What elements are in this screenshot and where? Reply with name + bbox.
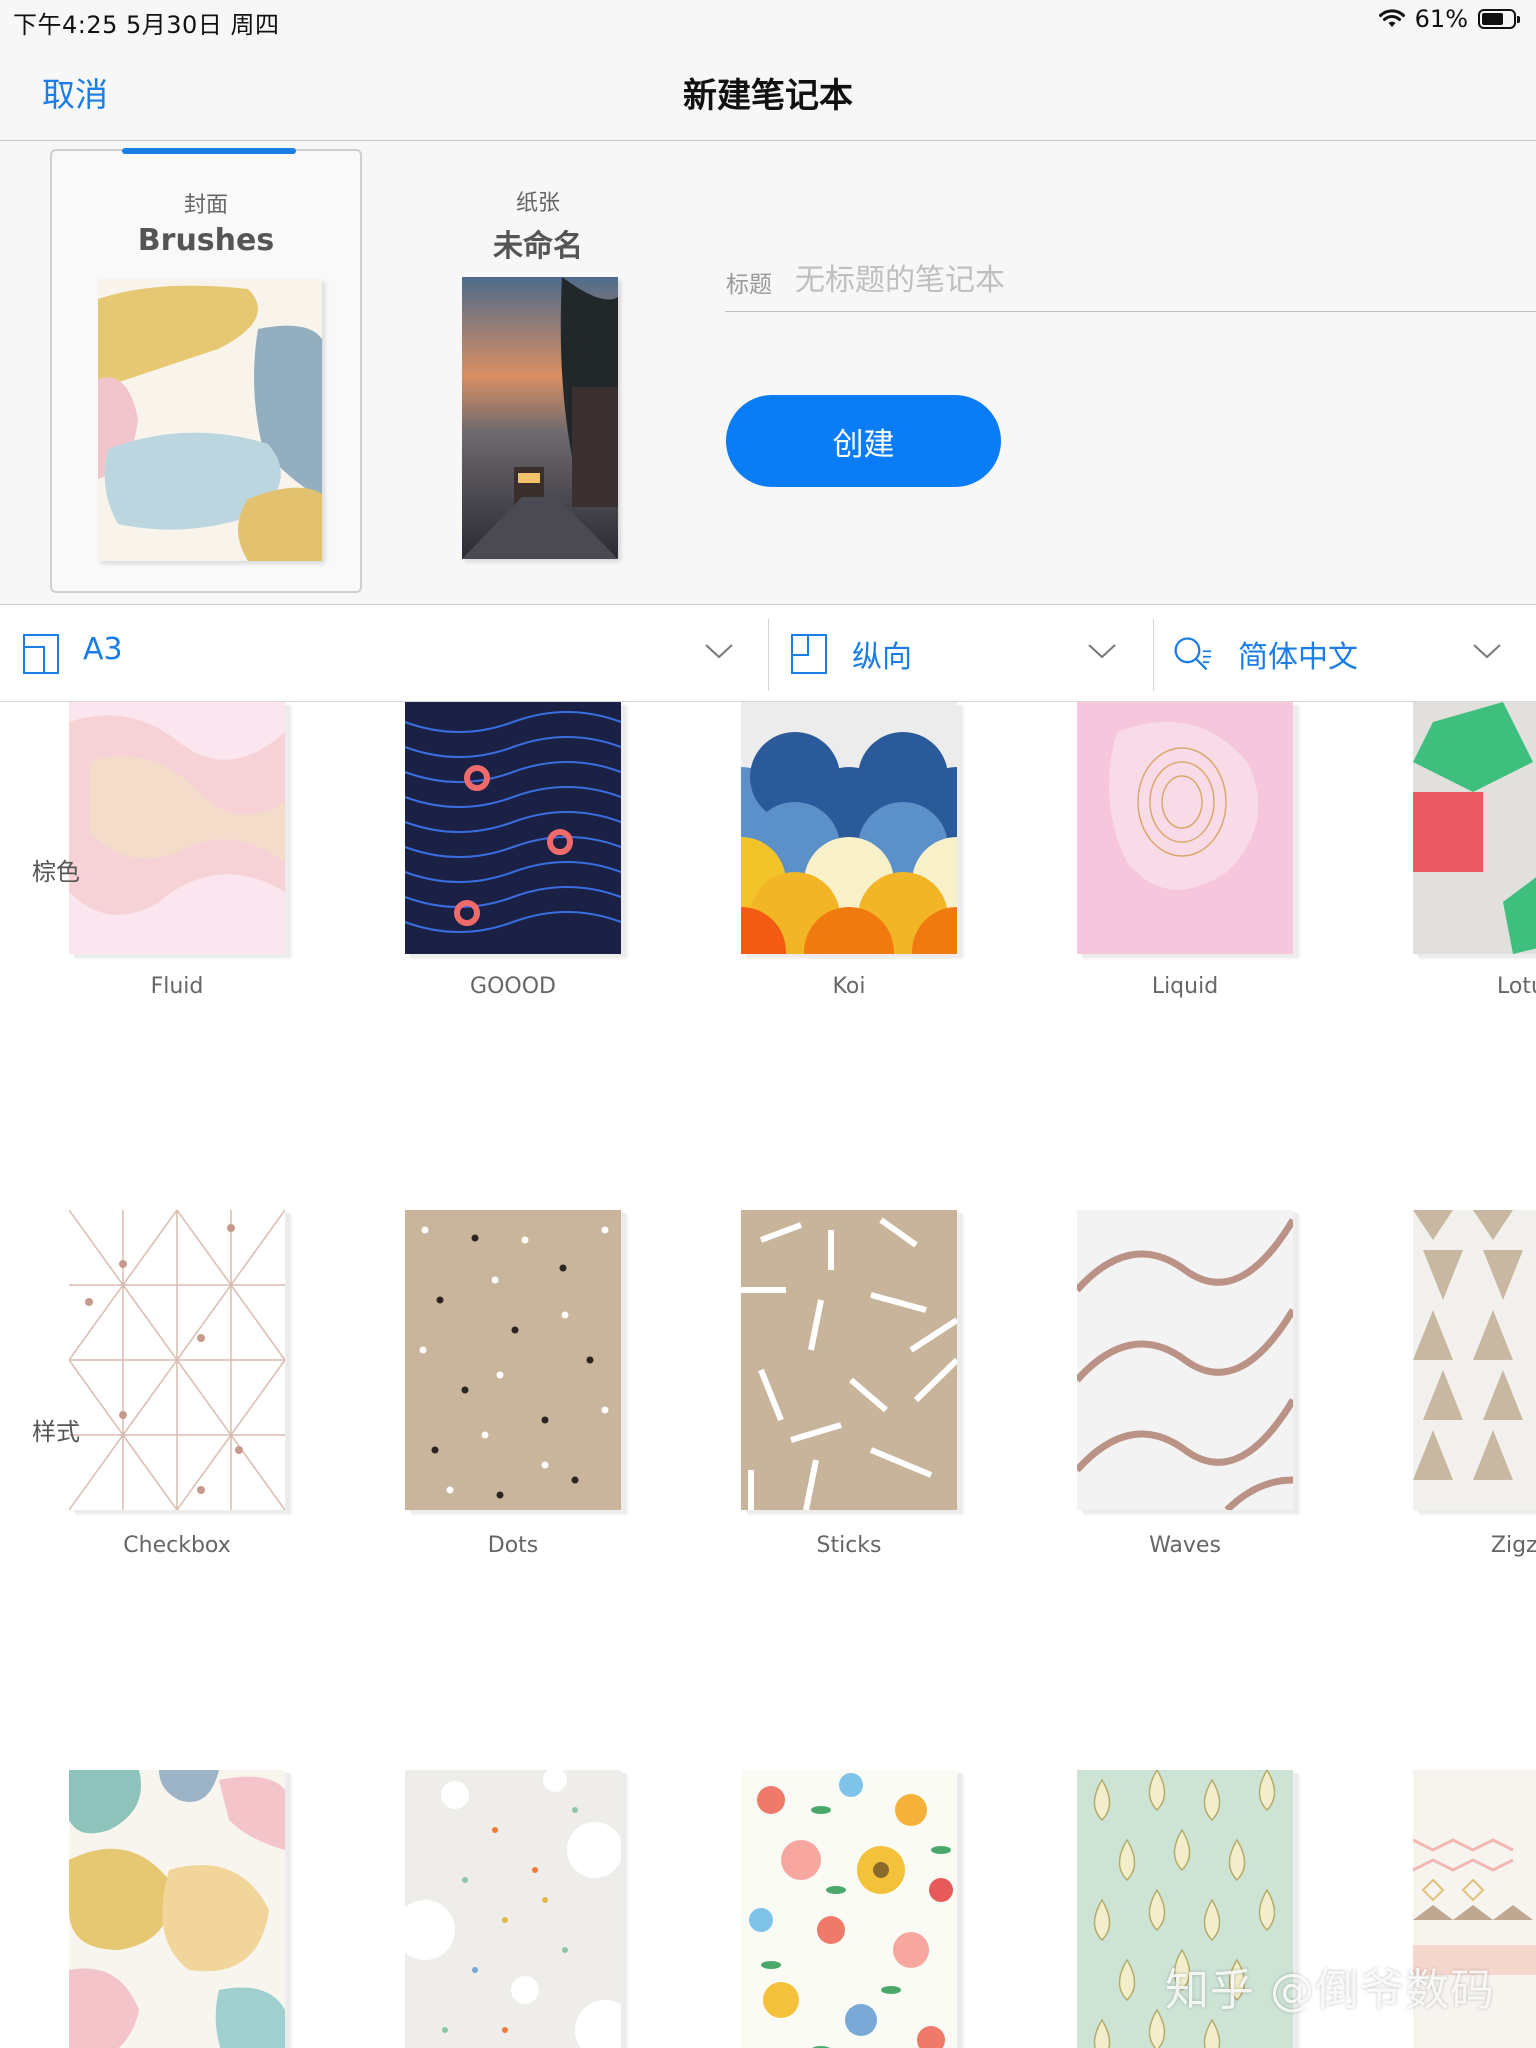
cover-thumbnail: [741, 702, 957, 954]
cover-name: Fluid: [150, 974, 204, 999]
title-label: 标题: [726, 272, 772, 298]
cover-thumbnail: [741, 1210, 957, 1510]
cover-selector[interactable]: 封面 Brushes: [50, 148, 362, 593]
cover-gallery[interactable]: Fluid GOOOD Koi Liquid Lot 棕色 Checkbox D…: [0, 702, 1536, 2048]
cover-thumbnail: [1413, 1210, 1536, 1510]
cover-thumbnail: [1077, 1210, 1293, 1510]
cover-name: Liquid: [1151, 974, 1219, 999]
cover-thumbnail: [741, 1770, 957, 2048]
nav-bar: 取消 新建笔记本: [0, 40, 1536, 141]
battery-percent: 61%: [1414, 5, 1468, 33]
language-value: 简体中文: [1238, 640, 1358, 675]
wifi-icon: [1378, 9, 1405, 27]
chevron-down-icon: [705, 644, 733, 659]
selected-indicator: [122, 148, 296, 154]
battery-icon: [1478, 9, 1520, 29]
cover-thumbnail: [69, 702, 285, 954]
cover-thumbnail: [405, 1210, 621, 1510]
paper-size-dropdown[interactable]: A3: [0, 605, 768, 701]
cover-name: Dots: [487, 1533, 539, 1558]
cover-name: Waves: [1149, 1533, 1221, 1558]
status-indicators: 61%: [1378, 5, 1520, 33]
cover-thumbnail: [405, 702, 621, 954]
cover-name: Sticks: [816, 1533, 882, 1558]
cover-name: Lotu: [1497, 974, 1536, 999]
title-input[interactable]: [793, 251, 1497, 309]
section-title-style: 样式: [32, 1418, 80, 1446]
paper-selector[interactable]: 纸张 未命名: [382, 149, 694, 593]
language-search-icon: [1174, 637, 1212, 671]
chevron-down-icon: [1088, 644, 1116, 659]
options-bar: A3 纵向 简体中文: [0, 605, 1536, 702]
cover-preview: [98, 279, 322, 561]
status-time: 下午4:25 5月30日 周四: [13, 11, 280, 39]
notebook-setup-panel: 封面 Brushes 纸张 未命名 标题 无标题的笔记本 创建: [0, 141, 1536, 605]
cover-name: Koi: [832, 974, 866, 999]
watermark: 知乎 @倒爷数码: [1165, 1965, 1495, 2016]
paper-preview: [462, 277, 618, 559]
cover-thumbnail: [1077, 702, 1293, 954]
language-dropdown[interactable]: 简体中文: [1154, 605, 1536, 701]
cover-thumbnail: [69, 1770, 285, 2048]
paper-label: 纸张: [515, 191, 560, 216]
section-title-brown: 棕色: [32, 858, 80, 886]
cover-name: GOOOD: [470, 974, 556, 999]
cover-name: Zigza: [1490, 1533, 1536, 1558]
paper-name: 未命名: [493, 229, 583, 264]
orientation-icon: [791, 634, 827, 674]
create-button[interactable]: 创建: [726, 395, 1001, 487]
cover-name: Checkbox: [123, 1533, 231, 1558]
cover-thumbnail: [405, 1770, 621, 2048]
orientation-dropdown[interactable]: 纵向: [769, 605, 1153, 701]
battery-level: [1482, 13, 1503, 25]
status-bar: 下午4:25 5月30日 周四 61%: [0, 0, 1536, 40]
page-size-icon: [23, 634, 59, 674]
cover-thumbnail: [69, 1210, 285, 1510]
cover-name: Brushes: [137, 223, 275, 258]
orientation-value: 纵向: [852, 640, 912, 675]
title-field: 标题: [725, 251, 1536, 312]
cover-label: 封面: [183, 193, 228, 218]
cover-thumbnail: [1413, 702, 1536, 954]
paper-size-value: A3: [83, 632, 123, 667]
page-title: 新建笔记本: [683, 76, 853, 116]
chevron-down-icon: [1473, 644, 1501, 659]
